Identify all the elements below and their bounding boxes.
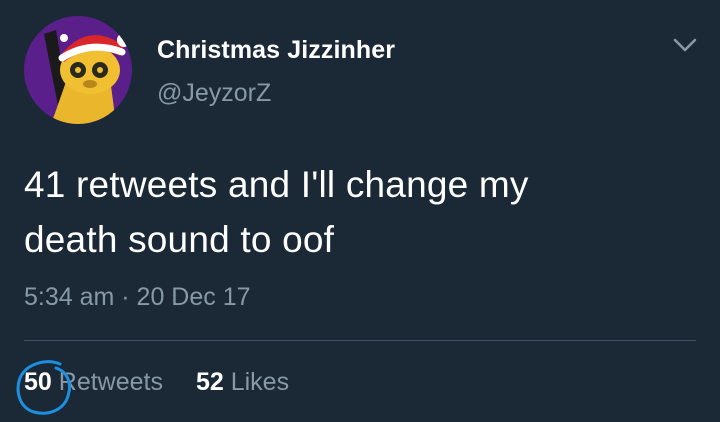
tweet-text: 41 retweets and I'll change my death sou…	[24, 157, 704, 267]
cartoon-avatar-icon	[24, 16, 132, 124]
tweet-stats: 50 Retweets 52 Likes	[24, 368, 289, 397]
tweet-text-line: death sound to oof	[24, 219, 335, 260]
author-handle[interactable]: @JeyzorZ	[157, 79, 271, 108]
likes-label: Likes	[230, 368, 290, 396]
retweets-label: Retweets	[58, 368, 163, 396]
retweets-count: 50	[24, 368, 52, 396]
retweets-stat[interactable]: 50 Retweets	[24, 368, 163, 397]
tweet-text-line: 41 retweets and I'll change my	[24, 164, 529, 205]
divider	[24, 340, 696, 341]
author-display-name[interactable]: Christmas Jizzinher	[157, 36, 395, 65]
likes-count: 52	[195, 368, 224, 396]
avatar[interactable]	[24, 16, 132, 124]
likes-stat[interactable]: 52 Likes	[196, 368, 289, 397]
chevron-down-icon[interactable]	[668, 28, 702, 62]
tweet-card: Christmas Jizzinher @JeyzorZ 41 retweets…	[0, 0, 720, 422]
tweet-timestamp: 5:34 am · 20 Dec 17	[24, 283, 251, 311]
